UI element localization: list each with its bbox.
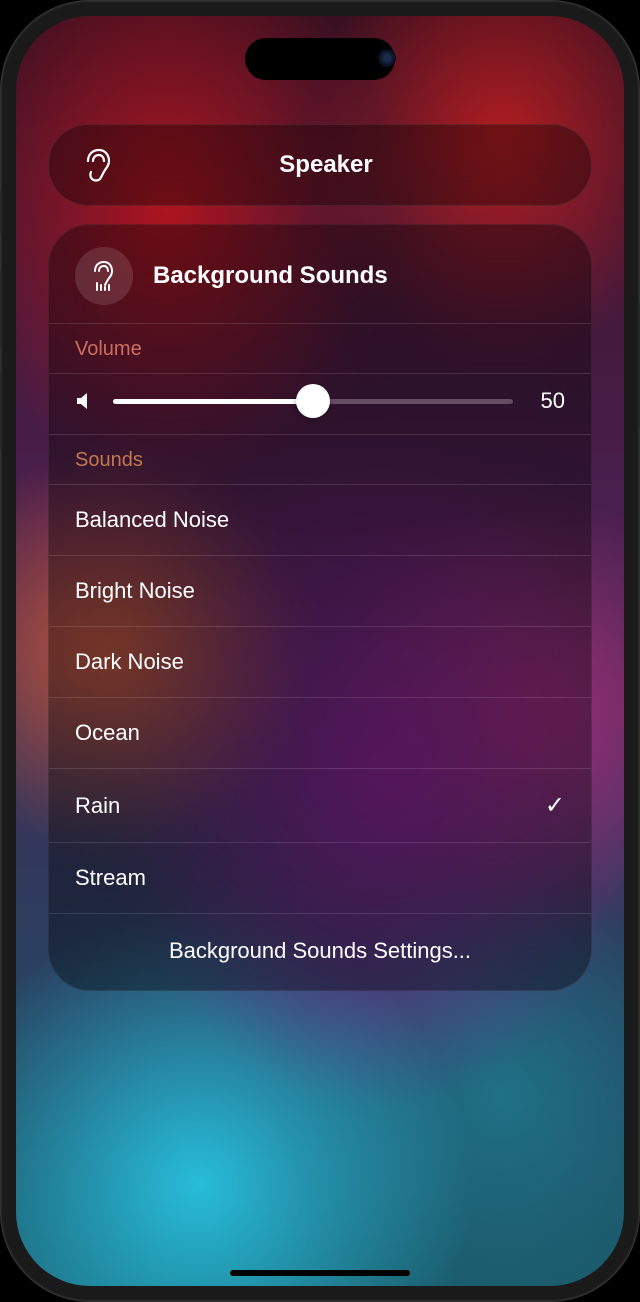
- sound-item-rain[interactable]: Rain ✓: [49, 768, 591, 842]
- background-sounds-icon-circle: [75, 247, 133, 305]
- speaker-output-button[interactable]: Speaker: [48, 124, 592, 206]
- sound-item-bright-noise[interactable]: Bright Noise: [49, 555, 591, 626]
- front-camera: [378, 49, 396, 67]
- background-sounds-settings-link[interactable]: Background Sounds Settings...: [49, 913, 591, 990]
- settings-link-label: Background Sounds Settings...: [169, 938, 471, 963]
- sound-item-stream[interactable]: Stream: [49, 842, 591, 913]
- sound-item-label: Balanced Noise: [75, 507, 229, 533]
- sound-item-ocean[interactable]: Ocean: [49, 697, 591, 768]
- phone-frame: Speaker: [0, 0, 640, 1302]
- sounds-section-label: Sounds: [49, 434, 591, 484]
- sound-item-balanced-noise[interactable]: Balanced Noise: [49, 484, 591, 555]
- sound-item-dark-noise[interactable]: Dark Noise: [49, 626, 591, 697]
- volume-section-label: Volume: [49, 323, 591, 373]
- control-center-content: Speaker: [16, 16, 624, 1286]
- volume-slider[interactable]: [113, 399, 513, 404]
- volume-up-button: [0, 270, 1, 350]
- volume-slider-fill: [113, 399, 313, 404]
- background-sounds-panel: Background Sounds Volume 50: [48, 224, 592, 991]
- sound-item-label: Dark Noise: [75, 649, 184, 675]
- silent-switch: [0, 190, 1, 235]
- panel-header[interactable]: Background Sounds: [49, 225, 591, 323]
- checkmark-icon: ✓: [545, 791, 565, 820]
- speaker-small-icon: [75, 392, 97, 410]
- screen: Speaker: [16, 16, 624, 1286]
- volume-row: 50: [49, 373, 591, 434]
- sound-item-label: Rain: [75, 793, 120, 819]
- speaker-label: Speaker: [91, 151, 561, 179]
- sound-item-label: Ocean: [75, 720, 140, 746]
- volume-value: 50: [529, 388, 565, 414]
- ear-waves-icon: [88, 259, 120, 293]
- home-indicator[interactable]: [230, 1270, 410, 1276]
- sound-item-label: Stream: [75, 865, 146, 891]
- volume-slider-thumb[interactable]: [296, 384, 330, 418]
- panel-title: Background Sounds: [153, 262, 388, 290]
- sound-item-label: Bright Noise: [75, 578, 195, 604]
- dynamic-island: [245, 38, 395, 80]
- volume-down-button: [0, 370, 1, 450]
